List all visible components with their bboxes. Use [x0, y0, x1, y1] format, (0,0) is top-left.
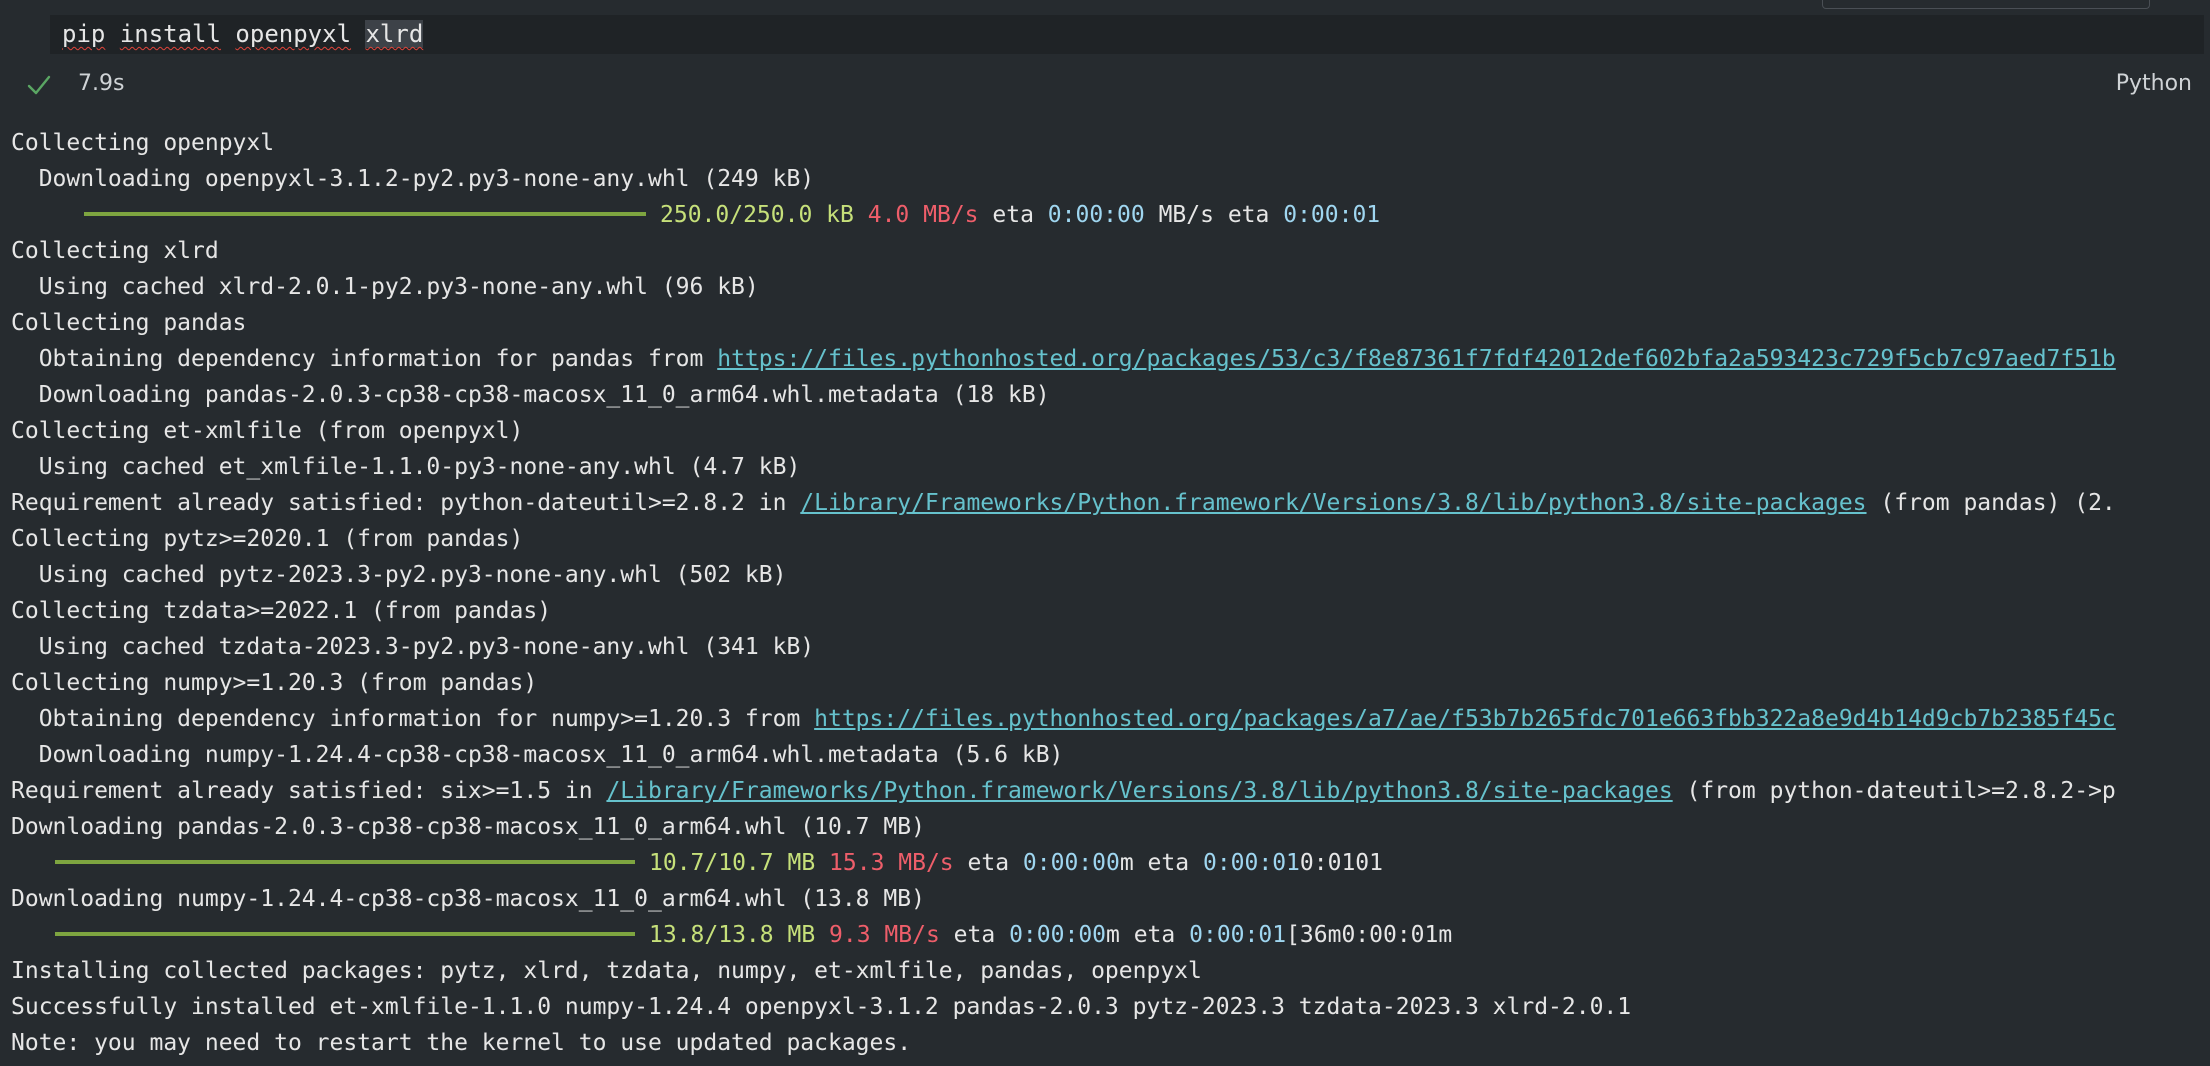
progress-text: 0:0101	[1299, 850, 1383, 876]
token-xlrd: xlrd	[365, 20, 424, 48]
progress-bar	[55, 931, 635, 936]
code-cell-input[interactable]: pip install openpyxl xlrd	[50, 15, 2204, 54]
eta-time: 0:00:00	[1047, 202, 1145, 228]
output-line: Using cached xlrd-2.0.1-py2.py3-none-any…	[11, 274, 759, 300]
token-install: install	[119, 20, 221, 48]
output-line: Obtaining dependency information for num…	[11, 701, 2206, 737]
output-line: Collecting numpy>=1.20.3 (from pandas)	[11, 670, 538, 696]
output-text: Obtaining dependency information for num…	[11, 706, 815, 732]
output-line: Obtaining dependency information for pan…	[11, 341, 2206, 377]
eta-label: eta	[953, 922, 996, 948]
output-line: Requirement already satisfied: six>=1.5 …	[11, 773, 2206, 809]
progress-bar	[84, 211, 646, 216]
output-line: Successfully installed et-xmlfile-1.1.0 …	[11, 994, 1632, 1020]
output-line: Using cached et_xmlfile-1.1.0-py3-none-a…	[11, 454, 801, 480]
package-link[interactable]: https://files.pythonhosted.org/packages/…	[717, 346, 2116, 372]
output-line: Using cached tzdata-2023.3-py2.py3-none-…	[11, 634, 815, 660]
output-text: Obtaining dependency information for pan…	[11, 346, 718, 372]
token-pip: pip	[62, 20, 106, 48]
output-text: Requirement already satisfied: six>=1.5 …	[11, 778, 607, 804]
progress-text: MB/s eta	[1158, 202, 1270, 228]
progress-text: m eta	[1119, 850, 1190, 876]
package-link[interactable]: https://files.pythonhosted.org/packages/…	[814, 706, 2116, 732]
output-line: Collecting tzdata>=2022.1 (from pandas)	[11, 598, 552, 624]
output-line: Downloading numpy-1.24.4-cp38-cp38-macos…	[11, 886, 925, 912]
progress-amount: 10.7/10.7 MB	[649, 850, 816, 876]
download-rate: 4.0 MB/s	[867, 202, 979, 228]
cell-output: Collecting openpyxl Downloading openpyxl…	[11, 125, 2206, 1060]
token-openpyxl: openpyxl	[235, 20, 352, 48]
progress-amount: 250.0/250.0 kB	[660, 202, 854, 228]
output-line: Installing collected packages: pytz, xlr…	[11, 958, 1202, 984]
output-line: Downloading pandas-2.0.3-cp38-cp38-macos…	[11, 814, 925, 840]
output-line: Collecting et-xmlfile (from openpyxl)	[11, 418, 524, 444]
eta-time: 0:00:00	[1009, 922, 1107, 948]
eta-label: eta	[967, 850, 1010, 876]
eta-time: 0:00:01	[1283, 202, 1381, 228]
find-widget-edge	[1822, 0, 2150, 9]
eta-time: 0:00:01	[1189, 922, 1287, 948]
site-packages-link[interactable]: /Library/Frameworks/Python.framework/Ver…	[800, 490, 1866, 516]
eta-time: 0:00:00	[1022, 850, 1120, 876]
execution-time: 7.9s	[78, 71, 125, 96]
output-text: Requirement already satisfied: python-da…	[11, 490, 801, 516]
output-line: Collecting pandas	[11, 310, 247, 336]
progress-amount: 13.8/13.8 MB	[649, 922, 816, 948]
output-line: Using cached pytz-2023.3-py2.py3-none-an…	[11, 562, 787, 588]
output-line: Collecting xlrd	[11, 238, 219, 264]
output-line: Note: you may need to restart the kernel…	[11, 1030, 912, 1056]
progress-line: 13.8/13.8 MB 9.3 MB/s eta 0:00:00m eta 0…	[11, 917, 2206, 953]
progress-bar	[55, 859, 635, 864]
code-line[interactable]: pip install openpyxl xlrd	[62, 19, 424, 49]
check-icon	[27, 75, 51, 95]
output-line: Downloading numpy-1.24.4-cp38-cp38-macos…	[11, 742, 1064, 768]
download-rate: 15.3 MB/s	[829, 850, 954, 876]
progress-line: 10.7/10.7 MB 15.3 MB/s eta 0:00:00m eta …	[11, 845, 2206, 881]
output-line: Collecting pytz>=2020.1 (from pandas)	[11, 526, 524, 552]
output-line: Downloading pandas-2.0.3-cp38-cp38-macos…	[11, 382, 1050, 408]
eta-label: eta	[992, 202, 1034, 228]
download-rate: 9.3 MB/s	[829, 922, 940, 948]
progress-text: [36m0:00:01m	[1286, 922, 1453, 948]
site-packages-link[interactable]: /Library/Frameworks/Python.framework/Ver…	[606, 778, 1672, 804]
progress-line: 250.0/250.0 kB 4.0 MB/s eta 0:00:00 MB/s…	[11, 197, 2206, 233]
output-line: Downloading openpyxl-3.1.2-py2.py3-none-…	[11, 166, 815, 192]
output-text: (from pandas) (2.	[1866, 490, 2116, 516]
eta-time: 0:00:01	[1202, 850, 1300, 876]
output-line: Requirement already satisfied: python-da…	[11, 485, 2206, 521]
output-line: Collecting openpyxl	[11, 130, 275, 156]
cell-language[interactable]: Python	[2116, 70, 2192, 98]
progress-text: m eta	[1106, 922, 1176, 948]
output-text: (from python-dateutil>=2.8.2->p	[1672, 778, 2116, 804]
cell-status-bar: 7.9s Python	[0, 62, 2210, 106]
